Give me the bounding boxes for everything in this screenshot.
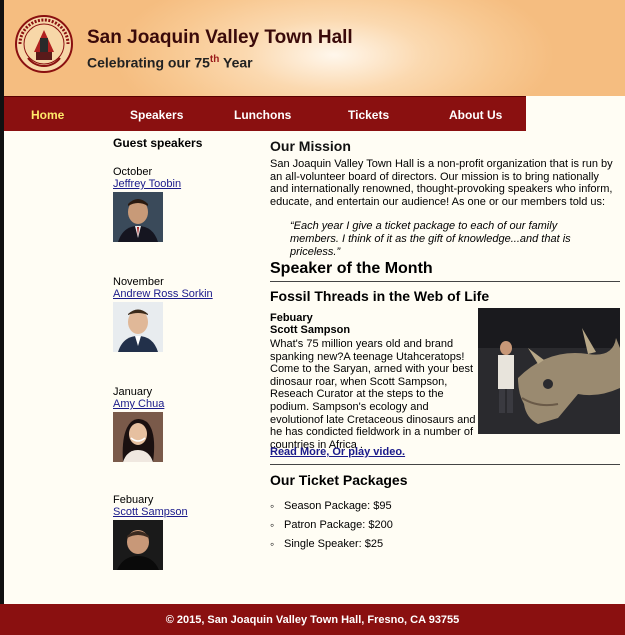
town-hall-logo bbox=[15, 15, 73, 73]
member-quote: “Each year I give a ticket package to ea… bbox=[290, 220, 571, 258]
nav-about-us[interactable]: About Us bbox=[449, 108, 502, 122]
nav-home[interactable]: Home bbox=[31, 108, 64, 122]
ticket-package-item: Patron Package: $200 bbox=[270, 518, 393, 538]
speaker-photo[interactable] bbox=[113, 302, 163, 352]
speaker-photo[interactable] bbox=[113, 192, 163, 242]
speaker-month: Febuary bbox=[113, 494, 154, 506]
speaker-card: Febuary Scott Sampson bbox=[113, 494, 188, 570]
speaker-photo[interactable] bbox=[113, 520, 163, 570]
nav-spacer bbox=[526, 96, 625, 131]
ticket-package-item: Season Package: $95 bbox=[270, 499, 393, 519]
speaker-link[interactable]: Jeffrey Toobin bbox=[113, 178, 181, 190]
nav-speakers[interactable]: Speakers bbox=[130, 108, 183, 122]
nav-lunchons[interactable]: Lunchons bbox=[234, 108, 291, 122]
speaker-month: January bbox=[113, 386, 153, 398]
divider bbox=[270, 281, 620, 282]
speaker-card: November Andrew Ross Sorkin bbox=[113, 276, 213, 352]
dinosaur-fossil-photo[interactable] bbox=[478, 308, 620, 434]
speaker-link[interactable]: Scott Sampson bbox=[113, 506, 188, 518]
feature-speaker-name: Scott Sampson bbox=[270, 324, 351, 336]
mission-heading: Our Mission bbox=[270, 138, 351, 154]
divider bbox=[270, 464, 620, 465]
feature-title: Fossil Threads in the Web of Life bbox=[270, 288, 490, 304]
ticket-package-list: Season Package: $95 Patron Package: $200… bbox=[270, 499, 393, 557]
speaker-card: October Jeffrey Toobin bbox=[113, 166, 181, 242]
feature-month: Febuary bbox=[270, 312, 313, 324]
ticket-package-item: Single Speaker: $25 bbox=[270, 537, 393, 557]
read-more-link[interactable]: Read More, Or play video. bbox=[270, 446, 405, 458]
speaker-month: November bbox=[113, 276, 164, 288]
speaker-card: January Amy Chua bbox=[113, 386, 164, 462]
speaker-month: October bbox=[113, 166, 153, 178]
site-header: San Joaquin Valley Town Hall Celebrating… bbox=[4, 0, 625, 96]
mission-text: San Joaquin Valley Town Hall is a non-pr… bbox=[270, 158, 613, 208]
speaker-link[interactable]: Andrew Ross Sorkin bbox=[113, 288, 213, 300]
feature-description: What's 75 million years old and brand sp… bbox=[270, 338, 476, 451]
ticket-packages-heading: Our Ticket Packages bbox=[270, 472, 408, 488]
speaker-of-month-heading: Speaker of the Month bbox=[270, 260, 433, 277]
main-content: Our Mission San Joaquin Valley Town Hall… bbox=[270, 138, 620, 551]
site-title: San Joaquin Valley Town Hall bbox=[87, 27, 353, 48]
speaker-photo[interactable] bbox=[113, 412, 163, 462]
sidebar-title: Guest speakers bbox=[113, 136, 203, 150]
site-tagline: Celebrating our 75th Year bbox=[87, 54, 253, 71]
speaker-link[interactable]: Amy Chua bbox=[113, 398, 164, 410]
main-nav: Home Speakers Lunchons Tickets About Us bbox=[4, 96, 526, 131]
nav-tickets[interactable]: Tickets bbox=[348, 108, 389, 122]
site-footer: © 2015, San Joaquin Valley Town Hall, Fr… bbox=[0, 604, 625, 635]
copyright-text: © 2015, San Joaquin Valley Town Hall, Fr… bbox=[165, 613, 460, 626]
